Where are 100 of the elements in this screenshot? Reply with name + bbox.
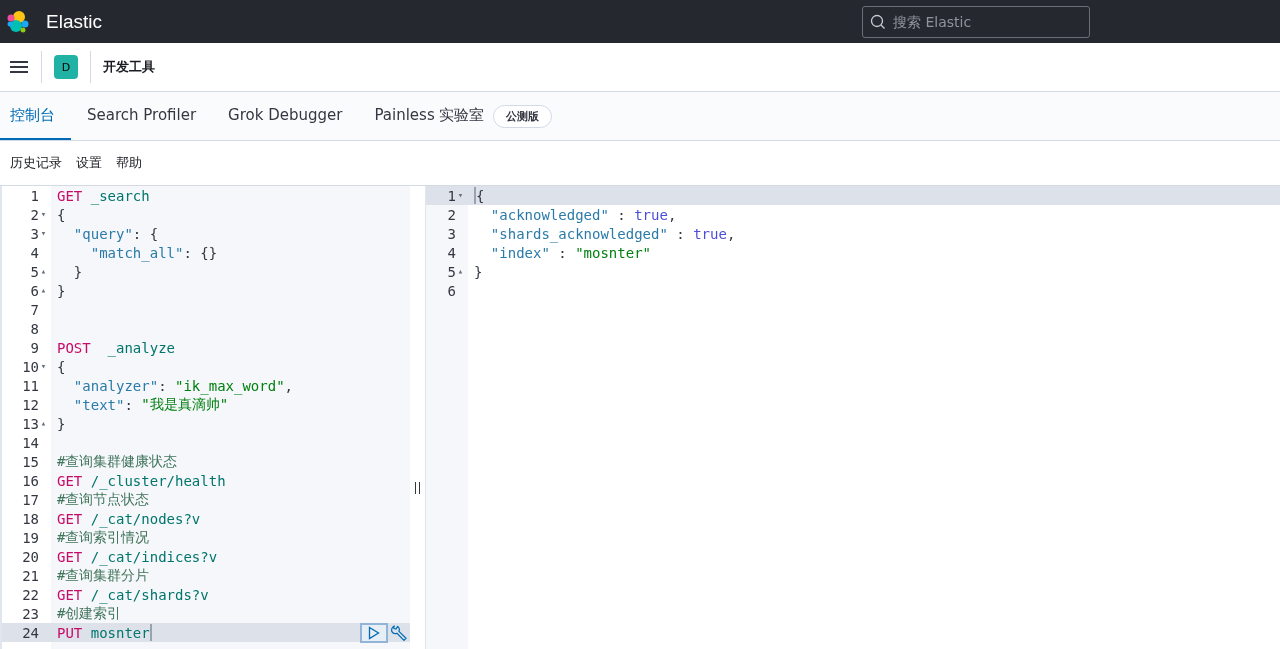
code-punctuation: : bbox=[616, 206, 627, 223]
line-number: 7 bbox=[30, 301, 39, 318]
code-comment: #查询集群健康状态 bbox=[57, 452, 178, 471]
code-comment: #查询集群分片 bbox=[57, 566, 150, 585]
code-punctuation: } bbox=[474, 263, 483, 280]
line-number: 24 bbox=[22, 624, 39, 641]
request-path: /_cluster/health bbox=[89, 472, 226, 489]
code-punctuation: } bbox=[57, 415, 66, 432]
line-number: 9 bbox=[30, 339, 39, 356]
line-number: 5 bbox=[30, 263, 39, 280]
code-punctuation: : bbox=[124, 396, 134, 413]
space-avatar[interactable]: D bbox=[54, 55, 78, 79]
fold-toggle[interactable]: ▴ bbox=[40, 267, 47, 276]
http-method: GET bbox=[57, 472, 83, 489]
code-punctuation: : bbox=[557, 244, 568, 261]
line-number: 3 bbox=[447, 225, 456, 242]
line-number: 1 bbox=[30, 187, 39, 204]
code-comment: #查询节点状态 bbox=[57, 490, 150, 509]
fold-toggle[interactable]: ▾ bbox=[457, 191, 464, 200]
fold-toggle[interactable]: ▴ bbox=[40, 286, 47, 295]
code-punctuation: : {} bbox=[183, 244, 218, 261]
line-number: 22 bbox=[22, 586, 39, 603]
fold-toggle[interactable]: ▴ bbox=[40, 419, 47, 428]
fold-toggle[interactable]: ▾ bbox=[40, 210, 47, 219]
line-number: 20 bbox=[22, 548, 39, 565]
json-boolean: true bbox=[693, 225, 727, 242]
code-punctuation: , bbox=[726, 225, 736, 242]
http-method: POST bbox=[57, 339, 91, 356]
toolbar-link[interactable]: 历史记录 bbox=[4, 152, 68, 174]
code-punctuation: { bbox=[57, 358, 66, 375]
breadcrumb-title: 开发工具 bbox=[103, 58, 155, 76]
wrench-icon[interactable] bbox=[390, 623, 408, 642]
search-icon bbox=[870, 13, 886, 30]
toolbar-link[interactable]: 帮助 bbox=[110, 152, 148, 174]
json-boolean: true bbox=[634, 206, 668, 223]
line-number: 6 bbox=[30, 282, 39, 299]
line-number: 14 bbox=[22, 434, 39, 451]
code-comment: #查询索引情况 bbox=[57, 528, 150, 547]
app-name[interactable]: Elastic bbox=[46, 10, 102, 33]
fold-toggle[interactable]: ▴ bbox=[457, 267, 464, 276]
request-path: _analyze bbox=[106, 339, 175, 356]
line-number: 15 bbox=[22, 453, 39, 470]
request-path: /_cat/shards?v bbox=[89, 586, 209, 603]
json-string: "ik_max_word" bbox=[175, 377, 285, 394]
run-button[interactable] bbox=[360, 622, 388, 643]
code-punctuation: } bbox=[57, 282, 66, 299]
code-punctuation: , bbox=[667, 206, 677, 223]
request-path: /_cat/indices?v bbox=[89, 548, 218, 565]
fold-toggle[interactable]: ▾ bbox=[40, 362, 47, 371]
play-icon bbox=[368, 625, 380, 640]
line-number: 8 bbox=[30, 320, 39, 337]
tab[interactable]: Grok Debugger bbox=[212, 92, 359, 140]
request-path: _search bbox=[89, 187, 150, 204]
request-path: /_cat/nodes?v bbox=[89, 510, 201, 527]
http-method: GET bbox=[57, 187, 83, 204]
http-method: GET bbox=[57, 586, 83, 603]
http-method: GET bbox=[57, 510, 83, 527]
line-number: 1 bbox=[447, 187, 456, 204]
line-number: 21 bbox=[22, 567, 39, 584]
line-number: 3 bbox=[30, 225, 39, 242]
code-punctuation: { bbox=[57, 206, 66, 223]
code-punctuation: , bbox=[284, 377, 294, 394]
json-key: "text" bbox=[57, 396, 125, 413]
json-key: "match_all" bbox=[57, 244, 184, 261]
resize-handle[interactable] bbox=[415, 481, 420, 494]
request-path: mosnter bbox=[89, 624, 150, 641]
json-key: "acknowledged" bbox=[474, 206, 609, 223]
code-punctuation: : bbox=[158, 377, 168, 394]
http-method: GET bbox=[57, 548, 83, 565]
tab[interactable]: Painless 实验室 bbox=[358, 92, 493, 140]
line-number: 12 bbox=[22, 396, 39, 413]
toolbar-link[interactable]: 设置 bbox=[70, 152, 108, 174]
json-key: "shards_acknowledged" bbox=[474, 225, 668, 242]
code-punctuation: : bbox=[675, 225, 686, 242]
line-number: 4 bbox=[447, 244, 456, 261]
menu-icon bbox=[10, 60, 28, 74]
text-cursor bbox=[149, 624, 152, 641]
code-punctuation: } bbox=[72, 263, 83, 280]
tab[interactable]: 控制台 bbox=[0, 92, 71, 140]
text-cursor bbox=[474, 187, 476, 204]
line-number: 18 bbox=[22, 510, 39, 527]
code-punctuation: { bbox=[476, 187, 485, 204]
json-key: "analyzer" bbox=[57, 377, 159, 394]
code-punctuation: : { bbox=[132, 225, 159, 242]
line-number: 11 bbox=[22, 377, 39, 394]
line-number: 2 bbox=[30, 206, 39, 223]
line-number: 13 bbox=[22, 415, 39, 432]
request-editor[interactable] bbox=[0, 186, 410, 649]
beta-badge: 公测版 bbox=[492, 104, 552, 128]
search-field[interactable]: 搜索 Elastic bbox=[862, 5, 1090, 38]
logo-icon[interactable] bbox=[6, 9, 30, 34]
line-number: 19 bbox=[22, 529, 39, 546]
line-number: 2 bbox=[447, 206, 456, 223]
tab[interactable]: Search Profiler bbox=[71, 92, 213, 140]
line-number: 17 bbox=[22, 491, 39, 508]
json-string: "mosnter" bbox=[575, 244, 651, 261]
line-number: 16 bbox=[22, 472, 39, 489]
line-number: 6 bbox=[447, 282, 456, 299]
line-number: 4 bbox=[30, 244, 39, 261]
fold-toggle[interactable]: ▾ bbox=[40, 229, 47, 238]
